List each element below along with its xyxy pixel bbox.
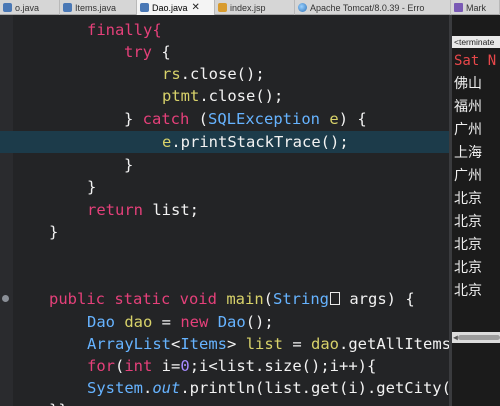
console-horizontal-scrollbar[interactable]: ◀ bbox=[452, 332, 500, 343]
tab-label: o.java bbox=[15, 2, 40, 13]
console-panel: <terminate Sat N 佛山 福州 广州 上海 广州 北京 北京 北京… bbox=[452, 15, 500, 406]
tab-label: Apache Tomcat/8.0.39 - Erro bbox=[310, 2, 425, 13]
console-output-line: 佛山 bbox=[454, 76, 482, 92]
code-editor[interactable]: finally{ try { rs.close(); ptmt.close();… bbox=[0, 15, 449, 406]
console-output-line: 北京 bbox=[454, 237, 482, 253]
tab-index-jsp[interactable]: index.jsp bbox=[215, 0, 295, 15]
tab-apache-tomcat[interactable]: Apache Tomcat/8.0.39 - Erro bbox=[295, 0, 451, 15]
tab-mark[interactable]: Mark bbox=[451, 0, 500, 15]
tab-label: Items.java bbox=[75, 2, 117, 13]
code-line: ArrayList<Items> list = dao.getAllItems(… bbox=[87, 335, 449, 353]
tab-dao-java[interactable]: Dao.java ✕ bbox=[137, 0, 215, 15]
editor-tab-bar: o.java Items.java Dao.java ✕ index.jsp A… bbox=[0, 0, 500, 15]
code-line: try { bbox=[124, 43, 171, 61]
browser-icon bbox=[298, 3, 307, 12]
console-output-line: 北京 bbox=[454, 214, 482, 230]
console-output-line: 广州 bbox=[454, 122, 482, 138]
console-output-line: 北京 bbox=[454, 283, 482, 299]
code-line: ptmt.close(); bbox=[162, 87, 284, 105]
java-file-icon bbox=[140, 3, 149, 12]
code-line: } bbox=[124, 156, 134, 174]
code-line: } bbox=[49, 223, 59, 241]
code-line: } bbox=[87, 178, 97, 196]
scrollbar-thumb[interactable] bbox=[458, 335, 500, 340]
tab-label: Mark bbox=[466, 2, 486, 13]
code-line: }} bbox=[0, 399, 449, 406]
console-date-line: Sat N bbox=[454, 53, 497, 69]
console-output-line: 北京 bbox=[454, 260, 482, 276]
java-file-icon bbox=[3, 3, 12, 12]
code-line: finally{ bbox=[87, 21, 162, 39]
tab-items-java[interactable]: Items.java bbox=[60, 0, 137, 15]
code-line: } catch (SQLException e) { bbox=[124, 110, 367, 128]
tab-label: index.jsp bbox=[230, 2, 266, 13]
console-output-line: 广州 bbox=[454, 168, 482, 184]
markdown-icon bbox=[454, 3, 463, 12]
close-icon[interactable]: ✕ bbox=[192, 2, 200, 13]
code-line: return list; bbox=[87, 201, 199, 219]
console-output-line: 北京 bbox=[454, 191, 482, 207]
console-header: <terminate bbox=[452, 36, 500, 48]
jsp-file-icon bbox=[218, 3, 227, 12]
java-file-icon bbox=[63, 3, 72, 12]
code-line: rs.close(); bbox=[162, 65, 265, 83]
tab-o-java[interactable]: o.java bbox=[0, 0, 60, 15]
code-line: Dao dao = new Dao(); bbox=[87, 313, 274, 331]
code-line: public static void main(String args) { bbox=[49, 290, 415, 308]
bracket-match-box bbox=[330, 292, 340, 305]
code-line: for(int i=0;i<list.size();i++){ bbox=[87, 357, 377, 375]
console-output-line: 福州 bbox=[454, 99, 482, 115]
code-line-highlighted: e.printStackTrace(); bbox=[0, 131, 449, 153]
tab-label: Dao.java bbox=[152, 2, 188, 13]
console-output-line: 上海 bbox=[454, 145, 482, 161]
code-line: System.out.println(list.get(i).getCity()… bbox=[87, 379, 449, 397]
